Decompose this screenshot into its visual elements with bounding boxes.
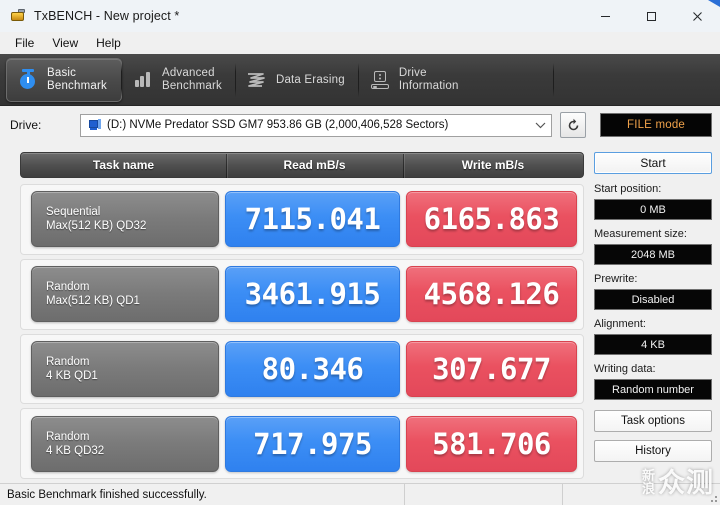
task-name-line2: Max(512 KB) QD32	[46, 220, 147, 233]
txbench-window: TxBENCH - New project * File View Help B…	[0, 0, 720, 505]
alignment-value[interactable]: 4 KB	[594, 334, 712, 355]
status-message: Basic Benchmark finished successfully.	[7, 488, 207, 501]
prewrite-value[interactable]: Disabled	[594, 289, 712, 310]
task-name-line1: Random	[46, 355, 90, 368]
menu-file[interactable]: File	[6, 33, 43, 53]
title-bar: TxBENCH - New project *	[0, 0, 720, 32]
bar-chart-icon	[132, 68, 154, 92]
drive-label: Drive:	[10, 118, 42, 132]
task-name-line1: Sequential	[46, 206, 101, 219]
tab-basic-benchmark-label: Basic Benchmark	[47, 67, 107, 92]
main-body: Task name Read mB/s Write mB/s Sequentia…	[0, 144, 720, 483]
task-name-line2: Max(512 KB) QD1	[46, 295, 140, 308]
table-row: Random 4 KB QD32 717.975 581.706	[20, 408, 584, 479]
app-disk-icon	[10, 8, 26, 24]
file-mode-button[interactable]: FILE mode	[600, 113, 712, 137]
task-name-line1: Random	[46, 281, 90, 294]
start-position-value[interactable]: 0 MB	[594, 199, 712, 220]
minimize-button[interactable]	[582, 0, 628, 32]
results-header: Task name Read mB/s Write mB/s	[20, 152, 584, 178]
read-value: 80.346	[225, 340, 400, 397]
drive-selected-value: (D:) NVMe Predator SSD GM7 953.86 GB (2,…	[107, 119, 449, 131]
start-button[interactable]: Start	[594, 152, 712, 174]
menu-bar: File View Help	[0, 32, 720, 54]
tab-drive-information[interactable]: Drive Information	[357, 58, 473, 102]
task-button[interactable]: Random 4 KB QD1	[31, 340, 219, 397]
read-value: 3461.915	[225, 266, 400, 323]
task-options-button[interactable]: Task options	[594, 410, 712, 432]
tab-basic-benchmark[interactable]: Basic Benchmark	[6, 58, 122, 102]
writing-data-value[interactable]: Random number	[594, 379, 712, 400]
close-button[interactable]	[674, 0, 720, 32]
drive-row: Drive: (D:) NVMe Predator SSD GM7 953.86…	[0, 106, 720, 144]
status-cell-2	[404, 483, 562, 505]
results-panel: Task name Read mB/s Write mB/s Sequentia…	[8, 148, 584, 483]
task-button[interactable]: Random 4 KB QD32	[31, 415, 219, 472]
task-name-line2: 4 KB QD32	[46, 444, 105, 457]
write-value: 6165.863	[406, 191, 577, 248]
window-title: TxBENCH - New project *	[34, 9, 180, 23]
menu-help[interactable]: Help	[87, 33, 130, 53]
write-value: 581.706	[406, 415, 577, 472]
status-bar: Basic Benchmark finished successfully.	[0, 483, 720, 505]
history-button[interactable]: History	[594, 440, 712, 462]
column-header-read: Read mB/s	[226, 154, 403, 178]
task-button[interactable]: Sequential Max(512 KB) QD32	[31, 191, 219, 248]
tab-drive-information-label: Drive Information	[398, 67, 459, 92]
tab-data-erasing[interactable]: Data Erasing	[234, 58, 359, 102]
measurement-size-value[interactable]: 2048 MB	[594, 244, 712, 265]
settings-sidebar: Start Start position: 0 MB Measurement s…	[594, 148, 712, 483]
tab-strip: Basic Benchmark Advanced Benchmark Data …	[0, 54, 720, 106]
stopwatch-icon	[17, 68, 39, 92]
status-cell-3	[562, 483, 720, 505]
menu-view[interactable]: View	[43, 33, 87, 53]
shredder-icon	[246, 68, 268, 92]
drive-info-icon	[369, 68, 391, 92]
start-position-label: Start position:	[594, 183, 662, 195]
table-row: Random 4 KB QD1 80.346 307.677	[20, 333, 584, 405]
drive-icon	[87, 119, 102, 131]
chevron-down-icon[interactable]	[531, 122, 549, 129]
column-header-write: Write mB/s	[403, 154, 583, 178]
write-value: 4568.126	[406, 266, 577, 323]
tab-data-erasing-label: Data Erasing	[275, 73, 345, 86]
tab-advanced-benchmark[interactable]: Advanced Benchmark	[120, 58, 236, 102]
read-value: 7115.041	[225, 191, 400, 248]
drive-select[interactable]: (D:) NVMe Predator SSD GM7 953.86 GB (2,…	[80, 113, 552, 137]
writing-data-label: Writing data:	[594, 363, 656, 375]
tab-divider	[553, 63, 554, 97]
prewrite-label: Prewrite:	[594, 273, 638, 285]
window-controls	[582, 0, 720, 32]
refresh-button[interactable]	[560, 112, 586, 138]
task-name-line1: Random	[46, 430, 90, 443]
maximize-button[interactable]	[628, 0, 674, 32]
task-button[interactable]: Random Max(512 KB) QD1	[31, 266, 219, 323]
table-row: Random Max(512 KB) QD1 3461.915 4568.126	[20, 258, 584, 330]
table-row: Sequential Max(512 KB) QD32 7115.041 616…	[20, 184, 584, 255]
alignment-label: Alignment:	[594, 318, 646, 330]
measurement-size-label: Measurement size:	[594, 228, 687, 240]
write-value: 307.677	[406, 340, 577, 397]
column-header-task: Task name	[92, 158, 155, 172]
task-name-line2: 4 KB QD1	[46, 369, 98, 382]
read-value: 717.975	[225, 415, 400, 472]
tab-advanced-benchmark-label: Advanced Benchmark	[161, 67, 222, 92]
resize-grip-icon[interactable]	[706, 491, 718, 503]
